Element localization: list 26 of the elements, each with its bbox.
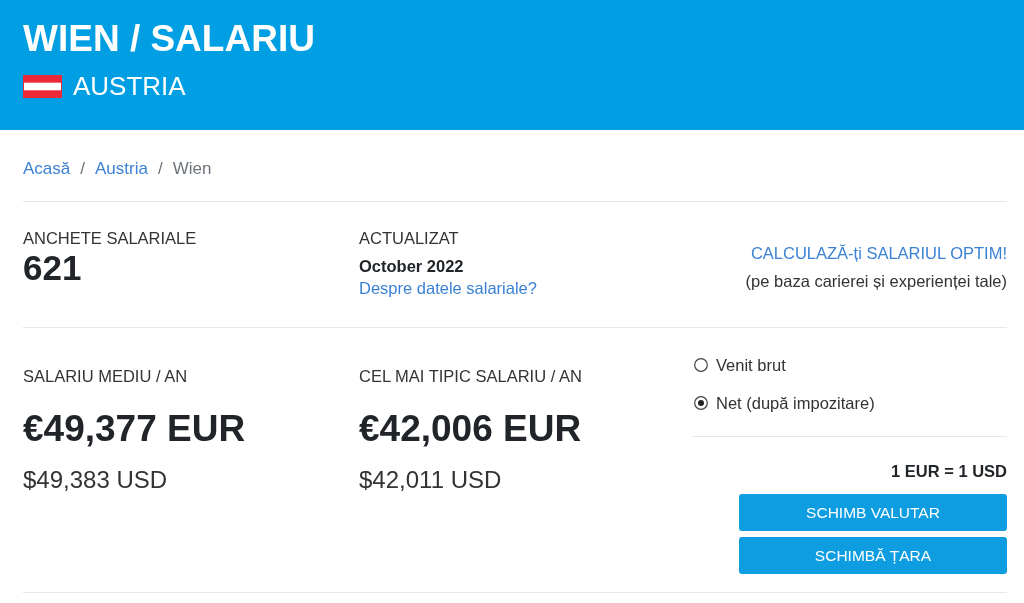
page-title: WIEN / SALARIU: [23, 17, 315, 61]
flag-icon: [23, 74, 62, 98]
action-button[interactable]: SCHIMBĂ ȚARA: [739, 537, 1007, 574]
breadcrumb-link[interactable]: Austria: [95, 158, 148, 179]
info-link[interactable]: Despre datele salariale?: [359, 277, 537, 299]
radio-option[interactable]: Venit brut: [694, 354, 786, 376]
salary-label: CEL MAI TIPIC SALARIU / AN: [359, 366, 582, 386]
radio-option[interactable]: Net (după impozitare): [694, 392, 875, 414]
current-page-text: Wien: [172, 158, 212, 179]
salary-amount: €49,377 EUR: [23, 407, 246, 451]
stat-label: ACTUALIZAT: [359, 228, 459, 248]
breadcrumb-separator: /: [80, 158, 85, 179]
action-button[interactable]: SCHIMB VALUTAR: [739, 494, 1007, 531]
calculator-note: (pe baza carierei și experienței tale): [745, 271, 1007, 292]
country-name: AUSTRIA: [73, 70, 186, 102]
salary-amount: €42,006 EUR: [359, 407, 582, 451]
calculator-link[interactable]: CALCULAZĂ-ți SALARIUL OPTIM!: [750, 242, 1007, 264]
stat-label: ANCHETE SALARIALE: [23, 228, 197, 248]
salary-converted: $49,383 USD: [23, 465, 168, 495]
stat-value: October 2022: [359, 256, 464, 277]
salary-converted: $42,011 USD: [359, 465, 502, 495]
exchange-rate: 1 EUR = 1 USD: [891, 461, 1007, 482]
salary-label: SALARIU MEDIU / AN: [23, 366, 188, 386]
breadcrumb-link[interactable]: Acasă: [23, 158, 71, 179]
stat-value: 621: [23, 248, 82, 288]
breadcrumb-separator: /: [157, 158, 163, 179]
